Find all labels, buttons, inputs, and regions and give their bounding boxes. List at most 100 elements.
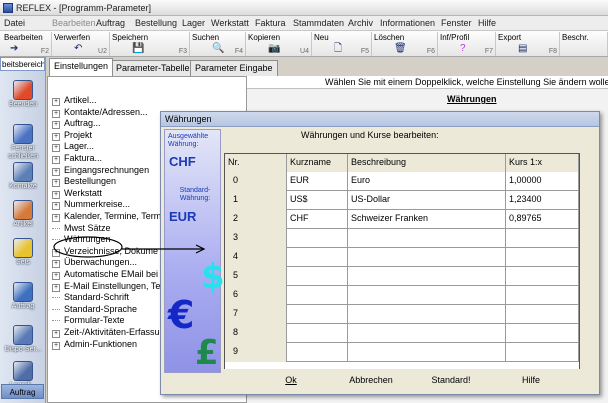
table-cell-kurzname[interactable] — [287, 248, 348, 267]
table-cell-beschreibung[interactable] — [348, 343, 506, 362]
table-cell-beschreibung[interactable] — [348, 248, 506, 267]
expand-icon[interactable]: + — [52, 190, 60, 199]
toolbar-löschen-button[interactable]: Löschen F6 🗑 — [372, 32, 438, 56]
toolbar-export-button[interactable]: Export F8 ▤ — [496, 32, 560, 56]
table-row[interactable]: 8 — [225, 324, 579, 343]
tree-node-automatische-email-bei[interactable]: + Automatische EMail bei — [52, 269, 158, 280]
expand-icon[interactable]: + — [52, 167, 60, 176]
table-row[interactable]: 3 — [225, 229, 579, 248]
table-cell-kurzname[interactable]: CHF — [287, 210, 348, 229]
table-cell-beschreibung[interactable] — [348, 267, 506, 286]
table-cell-kurzname[interactable] — [287, 324, 348, 343]
tree-node-auftrag[interactable]: + Auftrag... — [52, 118, 101, 130]
tree-node-e-mail-einstellungen-te[interactable]: + E-Mail Einstellungen, Te — [52, 281, 160, 292]
table-cell-kurzname[interactable] — [287, 267, 348, 286]
table-cell-nr[interactable]: 6 — [225, 286, 287, 305]
table-row[interactable]: 2 CHF Schweizer Franken 0,89765 — [225, 210, 579, 229]
table-cell-nr[interactable]: 4 — [225, 248, 287, 267]
table-cell-nr[interactable]: 2 — [225, 210, 287, 229]
expand-icon[interactable]: + — [52, 202, 60, 211]
column-header-kurzname[interactable]: Kurzname — [287, 154, 348, 172]
expand-icon[interactable]: + — [52, 156, 60, 164]
tree-node-nummerkreise[interactable]: + Nummerkreise... — [52, 199, 130, 211]
sidebar-item-artikel[interactable]: Artikel — [1, 198, 45, 236]
sidebar-item-fenster-schließen[interactable]: Fenster schließen — [1, 122, 45, 160]
menu-datei[interactable]: Datei — [4, 18, 25, 28]
table-row[interactable]: 4 — [225, 248, 579, 267]
column-header-beschreibung[interactable]: Beschreibung — [348, 154, 506, 172]
table-row[interactable]: 5 — [225, 267, 579, 286]
table-cell-nr[interactable]: 1 — [225, 191, 287, 210]
menu-stammdaten[interactable]: Stammdaten — [293, 18, 344, 28]
toolbar-neu-button[interactable]: Neu F5 🗋 — [312, 32, 372, 56]
expand-icon[interactable]: + — [52, 214, 60, 222]
table-cell-beschreibung[interactable] — [348, 324, 506, 343]
sidebar-item-dispo-ser[interactable]: Dispo-Ser... — [1, 323, 45, 361]
expand-icon[interactable]: + — [52, 341, 60, 350]
table-cell-kurzname[interactable] — [287, 286, 348, 305]
table-cell-beschreibung[interactable]: US-Dollar — [348, 191, 506, 210]
cancel-button[interactable]: Abbrechen — [339, 372, 403, 388]
sidebar-item-beenden[interactable]: Beenden — [1, 78, 45, 116]
table-cell-beschreibung[interactable] — [348, 286, 506, 305]
table-row[interactable]: 6 — [225, 286, 579, 305]
tree-node-werkstatt[interactable]: + Werkstatt — [52, 188, 102, 199]
table-cell-beschreibung[interactable]: Schweizer Franken — [348, 210, 506, 229]
tree-node-mwst-sätze[interactable]: Mwst Sätze — [52, 223, 111, 234]
table-cell-kurzname[interactable]: US$ — [287, 191, 348, 210]
expand-icon[interactable]: + — [52, 98, 60, 106]
table-cell-kurs-1-x[interactable] — [506, 305, 579, 324]
expand-icon[interactable]: + — [52, 283, 60, 292]
tree-node-zeit-aktivitäten-erfassu[interactable]: + Zeit-/Aktivitäten-Erfassu — [52, 327, 160, 338]
tree-node-admin-funktionen[interactable]: + Admin-Funktionen — [52, 339, 137, 350]
table-cell-nr[interactable]: 8 — [225, 324, 287, 343]
table-cell-kurzname[interactable]: EUR — [287, 172, 348, 191]
tree-node-faktura[interactable]: + Faktura... — [52, 153, 102, 164]
default-button[interactable]: Standard! — [419, 372, 483, 388]
table-row[interactable]: 1 US$ US-Dollar 1,23400 — [225, 191, 579, 210]
tree-node-überwachungen[interactable]: + Überwachungen... — [52, 257, 137, 269]
tree-node-lager[interactable]: + Lager... — [52, 141, 94, 153]
table-cell-nr[interactable]: 0 — [225, 172, 287, 191]
toolbar-speichern-button[interactable]: Speichern F3 💾 — [110, 32, 190, 56]
table-cell-kurzname[interactable] — [287, 343, 348, 362]
sidebar-item-sets[interactable]: Sets — [1, 236, 45, 274]
column-header-nr[interactable]: Nr. — [225, 154, 287, 172]
tree-node-kontakte-adressen[interactable]: + Kontakte/Adressen... — [52, 107, 148, 118]
ok-button[interactable]: Ok — [271, 372, 311, 388]
help-button[interactable]: Hilfe — [506, 372, 556, 388]
tree-node-bestellungen[interactable]: + Bestellungen — [52, 176, 116, 188]
table-cell-kurs-1-x[interactable] — [506, 229, 579, 248]
menu-hilfe[interactable]: Hilfe — [478, 18, 496, 28]
sidebar-auftrag-tab[interactable]: Auftrag — [1, 384, 44, 399]
tree-node-standard-sprache[interactable]: Standard-Sprache — [52, 304, 137, 315]
table-cell-kurs-1-x[interactable] — [506, 248, 579, 267]
table-cell-nr[interactable]: 5 — [225, 267, 287, 286]
column-header-kurs-1-x[interactable]: Kurs 1:x — [506, 154, 579, 172]
table-cell-nr[interactable]: 3 — [225, 229, 287, 248]
menu-auftrag[interactable]: Auftrag — [96, 18, 125, 28]
toolbar-verwerfen-button[interactable]: Verwerfen U2 ↶ — [52, 32, 110, 56]
tree-node-währungen[interactable]: Währungen — [52, 234, 111, 245]
expand-icon[interactable]: + — [52, 144, 60, 153]
table-row[interactable]: 9 — [225, 343, 579, 362]
table-cell-kurs-1-x[interactable] — [506, 286, 579, 305]
table-cell-kurs-1-x[interactable]: 1,23400 — [506, 191, 579, 210]
tab-parameter-eingabe[interactable]: Parameter Eingabe — [190, 60, 278, 76]
tree-node-formular-texte[interactable]: Formular-Texte — [52, 315, 125, 326]
table-cell-nr[interactable]: 9 — [225, 343, 287, 362]
tree-node-standard-schrift[interactable]: Standard-Schrift — [52, 292, 129, 303]
table-cell-beschreibung[interactable] — [348, 305, 506, 324]
toolbar-beschr-button[interactable]: Beschr. — [560, 32, 608, 56]
table-row[interactable]: 0 EUR Euro 1,00000 — [225, 172, 579, 191]
table-cell-kurs-1-x[interactable]: 0,89765 — [506, 210, 579, 229]
sidebar-item-auftrag[interactable]: Auftrag — [1, 280, 45, 318]
expand-icon[interactable]: + — [52, 272, 60, 280]
expand-icon[interactable]: + — [52, 179, 60, 188]
menu-informationen[interactable]: Informationen — [380, 18, 435, 28]
toolbar-bearbeiten-button[interactable]: Bearbeiten F2 ➔ — [2, 32, 52, 56]
table-cell-kurs-1-x[interactable] — [506, 343, 579, 362]
toolbar-inf-profil-button[interactable]: Inf/Profil F7? — [438, 32, 496, 56]
table-cell-kurs-1-x[interactable]: 1,00000 — [506, 172, 579, 191]
tree-node-kalender-termine-termi[interactable]: + Kalender, Termine, Termi — [52, 211, 163, 222]
